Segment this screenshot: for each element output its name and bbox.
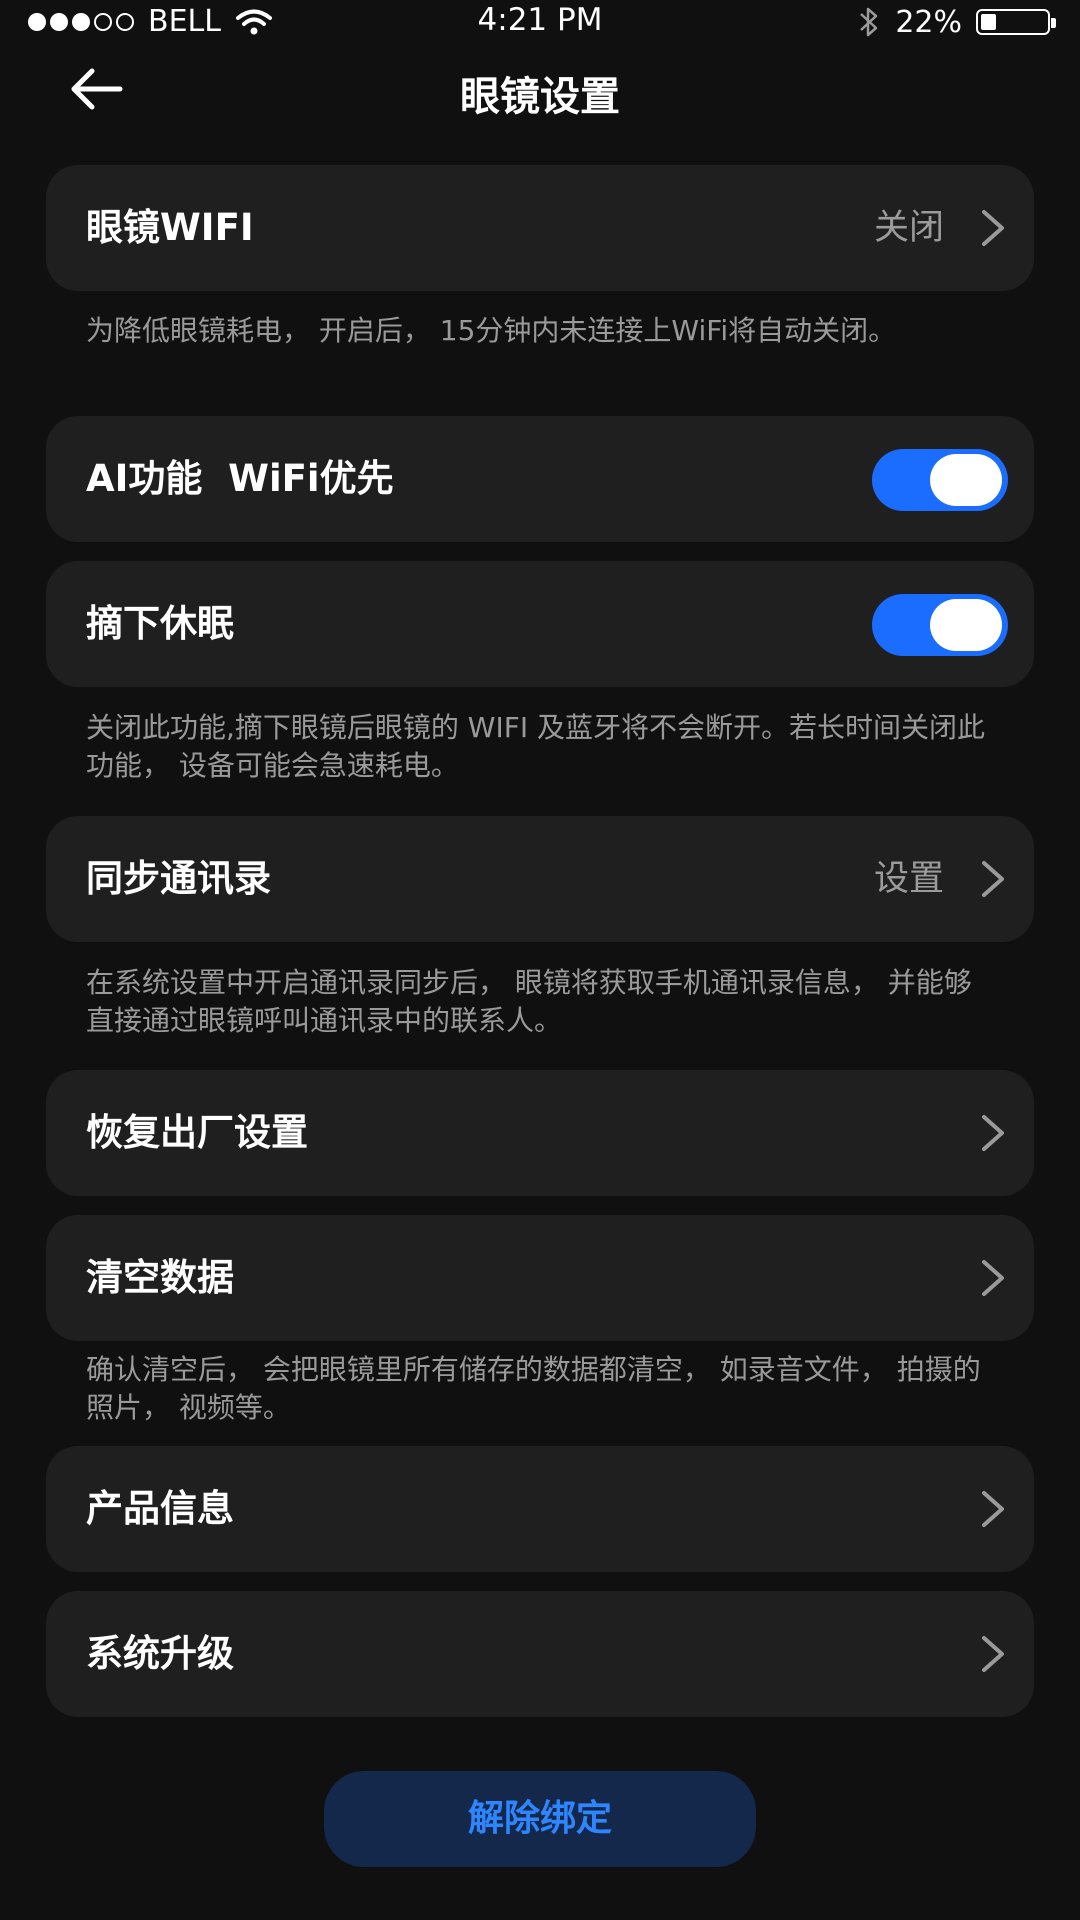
sync-contacts-label: 同步通讯录 <box>86 857 271 900</box>
clear-data-description: 确认清空后， 会把眼镜里所有储存的数据都清空， 如录音文件， 拍摄的照片， 视频… <box>86 1353 981 1424</box>
sleep-description: 关闭此功能,摘下眼镜后眼镜的 WIFI 及蓝牙将不会断开。若长时间关闭此功能， … <box>86 711 986 782</box>
clear-data-label: 清空数据 <box>86 1256 234 1299</box>
sleep-on-remove-toggle[interactable] <box>872 594 1008 656</box>
chevron-right-icon <box>982 861 1004 897</box>
status-bar: BELL 4:21 PM 22% <box>0 0 1080 44</box>
glasses-wifi-row[interactable]: 眼镜WIFI 关闭 <box>46 165 1034 291</box>
sync-contacts-value: 设置 <box>873 859 944 899</box>
ai-wifi-first-toggle[interactable] <box>872 449 1008 511</box>
toggle-knob <box>930 599 1002 651</box>
glasses-wifi-value: 关闭 <box>873 208 944 248</box>
glasses-settings-screen: BELL 4:21 PM 22% 眼镜设置 眼镜WIFI 关闭 为降低眼镜耗电，… <box>0 0 1080 1920</box>
ai-wifi-first-label: AI功能 WiFi优先 <box>86 457 394 500</box>
chevron-right-icon <box>982 1491 1004 1527</box>
ai-wifi-first-row: AI功能 WiFi优先 <box>46 416 1034 542</box>
chevron-right-icon <box>982 1260 1004 1296</box>
unbind-button[interactable]: 解除绑定 <box>324 1771 756 1867</box>
status-right: 22% <box>857 4 1056 40</box>
sync-contacts-description: 在系统设置中开启通讯录同步后， 眼镜将获取手机通讯录信息， 并能够直接通过眼镜呼… <box>86 966 972 1037</box>
sync-contacts-row[interactable]: 同步通讯录 设置 <box>46 816 1034 942</box>
chevron-right-icon <box>982 210 1004 246</box>
battery-percent: 22% <box>895 4 962 40</box>
system-upgrade-label: 系统升级 <box>86 1632 234 1675</box>
product-info-label: 产品信息 <box>86 1487 234 1530</box>
toggle-knob <box>930 454 1002 506</box>
battery-icon <box>976 9 1056 35</box>
glasses-wifi-label: 眼镜WIFI <box>86 206 254 249</box>
sleep-on-remove-label: 摘下休眠 <box>86 602 234 645</box>
bluetooth-icon <box>860 7 878 37</box>
nav-bar: 眼镜设置 <box>0 50 1080 130</box>
chevron-right-icon <box>982 1115 1004 1151</box>
product-info-row[interactable]: 产品信息 <box>46 1446 1034 1572</box>
system-upgrade-row[interactable]: 系统升级 <box>46 1591 1034 1717</box>
battery-cap <box>1051 18 1056 28</box>
chevron-right-icon <box>982 1636 1004 1672</box>
clear-data-row[interactable]: 清空数据 <box>46 1215 1034 1341</box>
sleep-on-remove-row: 摘下休眠 <box>46 561 1034 687</box>
page-title: 眼镜设置 <box>460 74 620 120</box>
battery-fill <box>981 14 996 30</box>
factory-reset-label: 恢复出厂设置 <box>86 1111 308 1154</box>
glasses-wifi-description: 为降低眼镜耗电， 开启后， 15分钟内未连接上WiFi将自动关闭。 <box>86 314 897 347</box>
factory-reset-row[interactable]: 恢复出厂设置 <box>46 1070 1034 1196</box>
